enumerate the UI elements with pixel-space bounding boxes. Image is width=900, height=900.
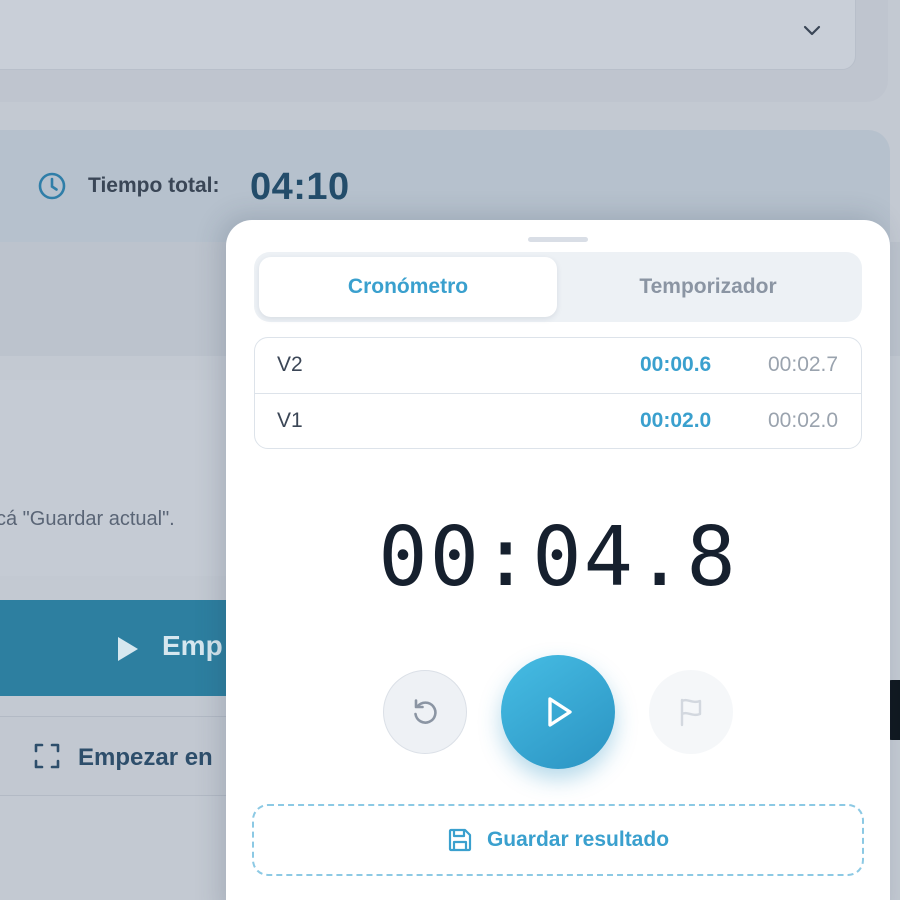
stopwatch-sheet: Cronómetro Temporizador V2 00:00.6 00:02… [226, 220, 890, 900]
laps-list: V2 00:00.6 00:02.7 V1 00:02.0 00:02.0 [254, 337, 862, 449]
play-button[interactable] [501, 655, 615, 769]
instruction-text: cá "Guardar actual". [0, 508, 175, 530]
reset-icon [414, 699, 437, 724]
lap-button[interactable] [649, 670, 733, 754]
save-result-label: Guardar resultado [486, 828, 670, 851]
dropdown-select[interactable] [0, 0, 856, 70]
lap-row: V2 00:00.6 00:02.7 [255, 338, 861, 393]
chevron-down-icon[interactable] [800, 18, 824, 42]
mode-segmented-control: Cronómetro Temporizador [254, 252, 862, 322]
save-icon [448, 828, 472, 852]
tab-stopwatch[interactable]: Cronómetro [259, 257, 557, 317]
lap-split-time: 00:02.0 [640, 409, 712, 432]
play-icon [118, 637, 138, 661]
save-result-button[interactable]: Guardar resultado [252, 804, 864, 876]
reset-button[interactable] [383, 670, 467, 754]
total-time-label: Tiempo total: [88, 174, 220, 197]
play-icon [548, 697, 572, 727]
start-button-label: Emp [162, 630, 223, 661]
fullscreen-icon [34, 743, 60, 769]
clock-icon [38, 172, 66, 200]
sheet-drag-handle[interactable] [528, 237, 588, 242]
lap-name: V1 [277, 409, 303, 432]
total-time-value: 04:10 [250, 166, 350, 208]
lap-total-time: 00:02.0 [768, 409, 839, 432]
lap-row: V1 00:02.0 00:02.0 [255, 393, 861, 448]
fullscreen-button-label: Empezar en [78, 744, 213, 771]
lap-name: V2 [277, 353, 303, 376]
flag-icon [680, 698, 702, 727]
lap-split-time: 00:00.6 [640, 353, 712, 376]
timer-display: 00:04.8 [378, 510, 738, 605]
lap-total-time: 00:02.7 [768, 353, 839, 376]
tab-timer[interactable]: Temporizador [559, 257, 857, 317]
